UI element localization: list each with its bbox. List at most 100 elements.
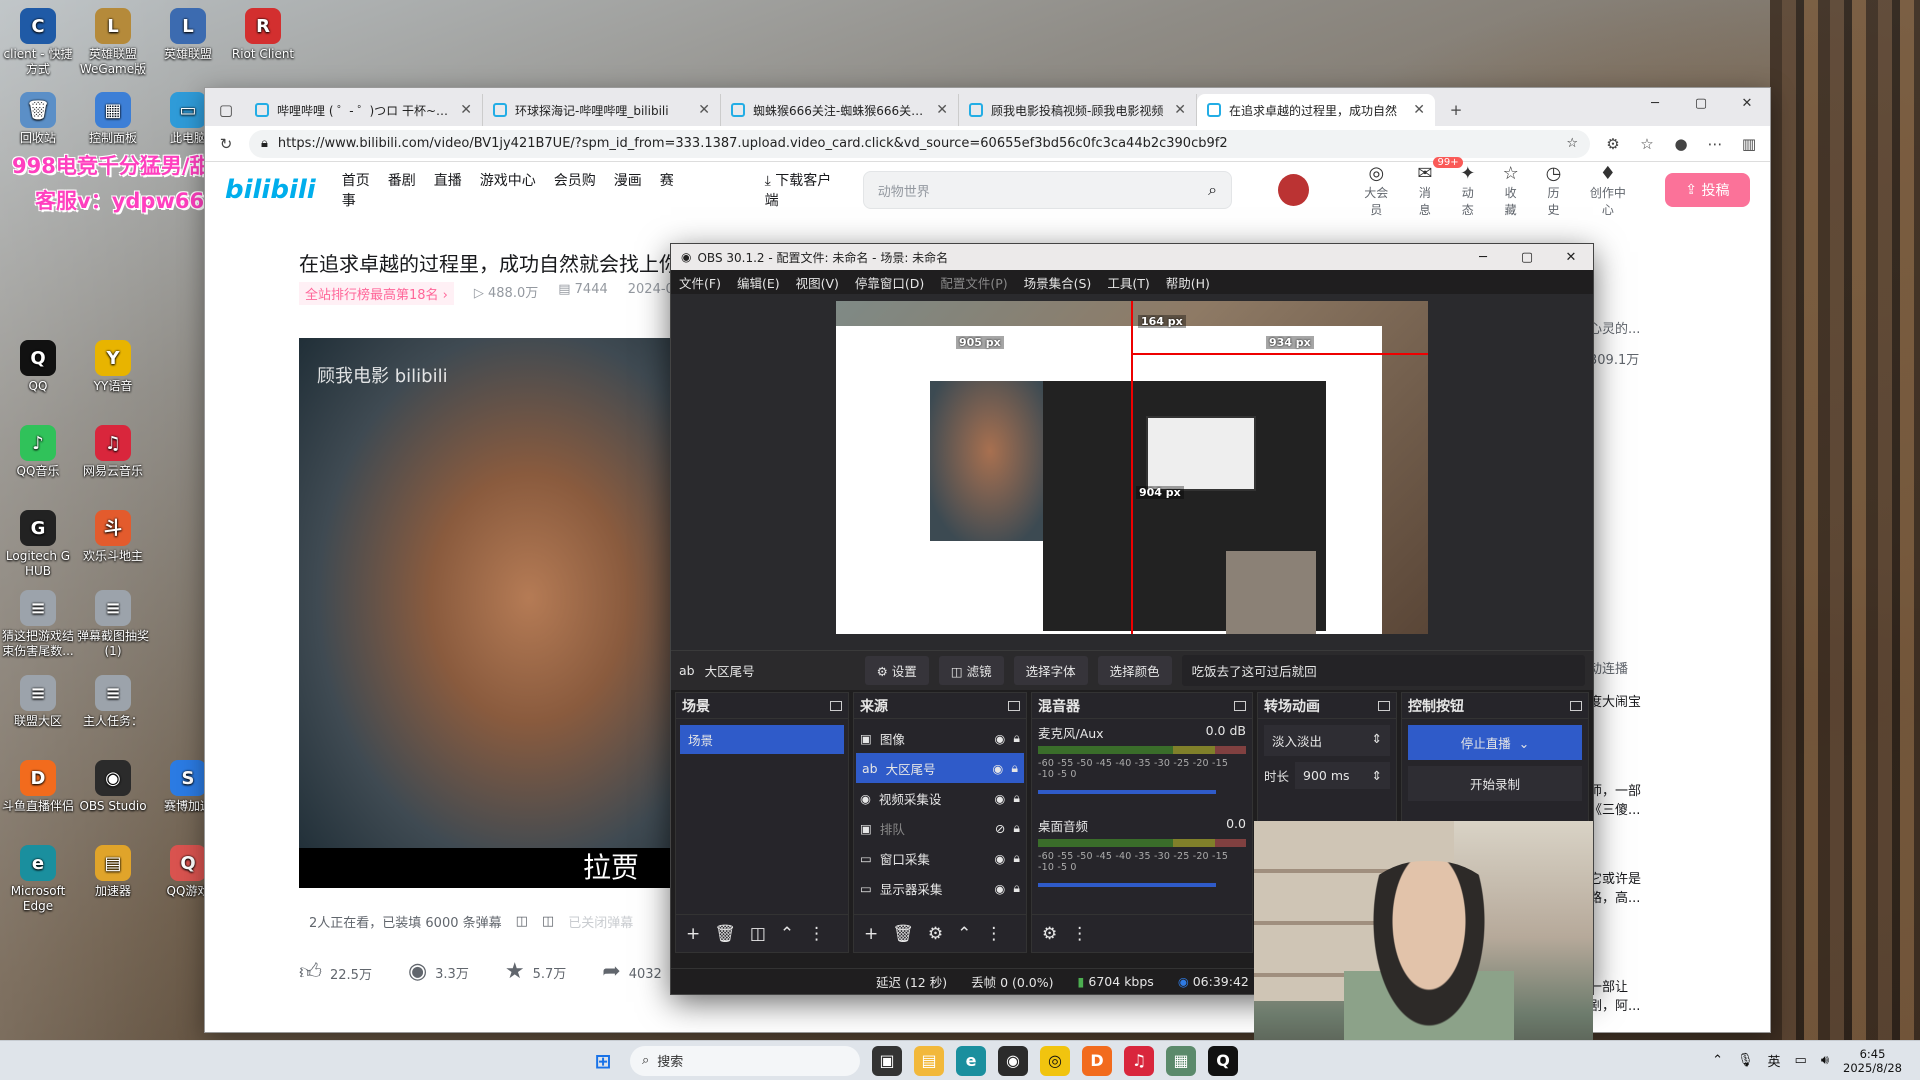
close-tab-icon[interactable]: ✕ bbox=[698, 102, 710, 118]
lock-icon[interactable]: 🔒︎ bbox=[1013, 730, 1020, 746]
nav-item[interactable]: 会员购 bbox=[554, 173, 596, 189]
nav-item[interactable]: 番剧 bbox=[388, 173, 416, 189]
undock-icon[interactable] bbox=[1378, 700, 1390, 711]
close-tab-icon[interactable]: ✕ bbox=[1413, 102, 1425, 118]
task-view-icon[interactable]: ▣ bbox=[872, 1045, 902, 1076]
close-tab-icon[interactable]: ✕ bbox=[460, 102, 472, 118]
desktop-icon[interactable]: ▦ 控制面板 bbox=[75, 92, 151, 146]
app-icon[interactable]: ◎ bbox=[1040, 1045, 1070, 1076]
transition-select[interactable]: 淡入淡出 ⇕ bbox=[1264, 725, 1390, 756]
add-source-icon[interactable]: + bbox=[864, 924, 878, 944]
favorites-icon[interactable]: ☆ bbox=[1636, 133, 1658, 155]
bilibili-logo[interactable]: bilibili bbox=[225, 175, 316, 205]
volume-slider[interactable] bbox=[1038, 883, 1216, 887]
refresh-icon[interactable]: ↻ bbox=[215, 133, 237, 155]
desktop-icon[interactable]: 🗑 回收站 bbox=[0, 92, 76, 146]
obs-menu-item[interactable]: 视图(V) bbox=[796, 273, 839, 292]
rec-line-7[interactable]: 它或许是 bbox=[1589, 868, 1659, 887]
desktop-icon[interactable]: ◉ OBS Studio bbox=[75, 760, 151, 814]
tab-actions-icon[interactable]: ▢ bbox=[215, 99, 237, 121]
douyu-icon[interactable]: D bbox=[1082, 1045, 1112, 1076]
browser-tab[interactable]: 蜘蛛猴666关注-蜘蛛猴666关注U ✕ bbox=[721, 94, 959, 126]
desktop-icon[interactable]: L 英雄联盟 bbox=[150, 8, 226, 62]
undock-icon[interactable] bbox=[1570, 700, 1582, 711]
app-window-icon[interactable]: ▦ bbox=[1166, 1045, 1196, 1076]
more-icon[interactable]: ⋮ bbox=[985, 924, 1002, 944]
clock[interactable]: 6:45 2025/8/28 bbox=[1843, 1047, 1902, 1075]
extensions-icon[interactable]: ⚙ bbox=[1602, 133, 1624, 155]
obs-close-icon[interactable]: ✕ bbox=[1549, 244, 1593, 270]
eye-icon[interactable]: ◉ bbox=[994, 791, 1005, 806]
rec-line-1[interactable]: 心灵的... bbox=[1589, 318, 1659, 337]
desktop-icon[interactable]: ▤ 加速器 bbox=[75, 845, 151, 899]
eye-icon[interactable]: ◉ bbox=[992, 761, 1003, 776]
qq-icon[interactable]: Q bbox=[1208, 1045, 1238, 1076]
obs-menu-item[interactable]: 编辑(E) bbox=[737, 273, 780, 292]
rec-line-4[interactable]: 度大闹宝 bbox=[1589, 691, 1659, 710]
like-button[interactable]: 👍︎ 22.5万 bbox=[299, 958, 372, 985]
remove-source-icon[interactable]: 🗑︎ bbox=[892, 924, 914, 944]
lock-icon[interactable]: 🔒︎ bbox=[1011, 760, 1018, 776]
download-client-link[interactable]: ⤓ 下载客户端 bbox=[765, 170, 843, 210]
eye-icon[interactable]: ◉ bbox=[994, 731, 1005, 746]
avatar[interactable] bbox=[1278, 174, 1310, 206]
rank-badge[interactable]: 全站排行榜最高第18名 › bbox=[299, 282, 454, 305]
source-item[interactable]: ◉ 视频采集设 ◉ 🔒︎ bbox=[854, 783, 1026, 813]
netease-music-icon[interactable]: ♫ bbox=[1124, 1045, 1154, 1076]
header-icon-button[interactable]: ✦ 动态 bbox=[1456, 163, 1479, 218]
minimize-icon[interactable]: ─ bbox=[1632, 88, 1678, 118]
obs-maximize-icon[interactable]: ▢ bbox=[1505, 244, 1549, 270]
close-tab-icon[interactable]: ✕ bbox=[1174, 102, 1186, 118]
source-item[interactable]: ab 大区尾号 ◉ 🔒︎ bbox=[856, 753, 1024, 783]
header-icon-button[interactable]: ◎ 大会员 bbox=[1359, 163, 1393, 218]
eye-off-icon[interactable]: ⊘ bbox=[995, 821, 1005, 836]
eye-icon[interactable]: ◉ bbox=[994, 851, 1005, 866]
network-icon[interactable]: ▭ bbox=[1795, 1053, 1807, 1068]
browser-tab[interactable]: 顾我电影投稿视频-顾我电影视频 ✕ bbox=[959, 94, 1197, 126]
desktop-icon[interactable]: ≡ 主人任务： bbox=[75, 675, 151, 729]
autoplay-label[interactable]: 动连播 bbox=[1589, 658, 1659, 677]
desktop-icon[interactable]: 斗欢乐斗地主 bbox=[75, 510, 151, 564]
nav-item[interactable]: 首页 bbox=[342, 173, 370, 189]
source-item[interactable]: ▭ 显示器采集 ◉ 🔒︎ bbox=[854, 873, 1026, 903]
volume-icon[interactable]: 🔊︎ bbox=[1821, 1053, 1829, 1068]
filters-button[interactable]: ◫ 滤镜 bbox=[938, 656, 1004, 685]
volume-slider[interactable] bbox=[1038, 790, 1216, 794]
nav-item[interactable]: 漫画 bbox=[614, 173, 642, 189]
edge-icon[interactable]: e bbox=[956, 1045, 986, 1076]
tray-chevron-icon[interactable]: ⌃ bbox=[1712, 1053, 1723, 1068]
desktop-icon[interactable]: e Microsoft Edge bbox=[0, 845, 76, 914]
taskbar-search[interactable]: ⌕ 搜索 bbox=[630, 1045, 860, 1076]
desktop-icon[interactable]: Q QQ bbox=[0, 340, 76, 394]
header-icon-button[interactable]: ◷ 历史 bbox=[1542, 163, 1565, 218]
stop-stream-button[interactable]: 停止直播 ⌄ bbox=[1408, 725, 1582, 760]
audio-settings-icon[interactable]: ⚙ bbox=[1042, 924, 1057, 944]
chevron-down-icon[interactable]: ⌄ bbox=[1519, 736, 1529, 751]
rec-line-5[interactable]: 师，一部 bbox=[1589, 780, 1659, 799]
obs-menu-item[interactable]: 停靠窗口(D) bbox=[855, 273, 924, 292]
nav-item[interactable]: 游戏中心 bbox=[480, 173, 536, 189]
sidebar-icon[interactable]: ▥ bbox=[1738, 133, 1760, 155]
browser-tab[interactable]: 环球探海记-哔哩哔哩_bilibili ✕ bbox=[483, 94, 721, 126]
undock-icon[interactable] bbox=[1234, 700, 1246, 711]
move-up-icon[interactable]: ⌃ bbox=[957, 924, 971, 944]
undock-icon[interactable] bbox=[1008, 700, 1020, 711]
desktop-icon[interactable]: ≡ 弹幕截图抽奖(1) bbox=[75, 590, 151, 659]
select-font-button[interactable]: 选择字体 bbox=[1013, 656, 1088, 685]
header-icon-button[interactable]: ♦ 创作中心 bbox=[1585, 163, 1631, 218]
danmaku-toggle-icon[interactable]: ◫ bbox=[516, 914, 528, 929]
desktop-icon[interactable]: ♪ QQ音乐 bbox=[0, 425, 76, 479]
desktop-icon[interactable]: ≡ 联盟大区 bbox=[0, 675, 76, 729]
obs-preview-canvas[interactable]: 164 px 905 px 934 px 904 px bbox=[836, 301, 1428, 634]
desktop-icon[interactable]: ≡ 猜这把游戏结束伤害尾数... bbox=[0, 590, 76, 659]
browser-tab[interactable]: 在追求卓越的过程里，成功自然 ✕ bbox=[1197, 94, 1435, 126]
video-player[interactable]: 顾我电影 bilibili 拉贾 bbox=[299, 338, 699, 888]
start-icon[interactable]: ⊞ bbox=[588, 1046, 618, 1076]
favorite-star-icon[interactable]: ☆ bbox=[1566, 136, 1578, 151]
rec-line-10[interactable]: 剧，阿... bbox=[1589, 995, 1659, 1014]
search-icon[interactable]: ⌕ bbox=[1208, 180, 1217, 200]
lock-icon[interactable]: 🔒︎ bbox=[1013, 880, 1020, 896]
danmaku-settings-icon[interactable]: ◫ bbox=[542, 914, 554, 929]
file-explorer-icon[interactable]: ▤ bbox=[914, 1045, 944, 1076]
maximize-icon[interactable]: ▢ bbox=[1678, 88, 1724, 118]
